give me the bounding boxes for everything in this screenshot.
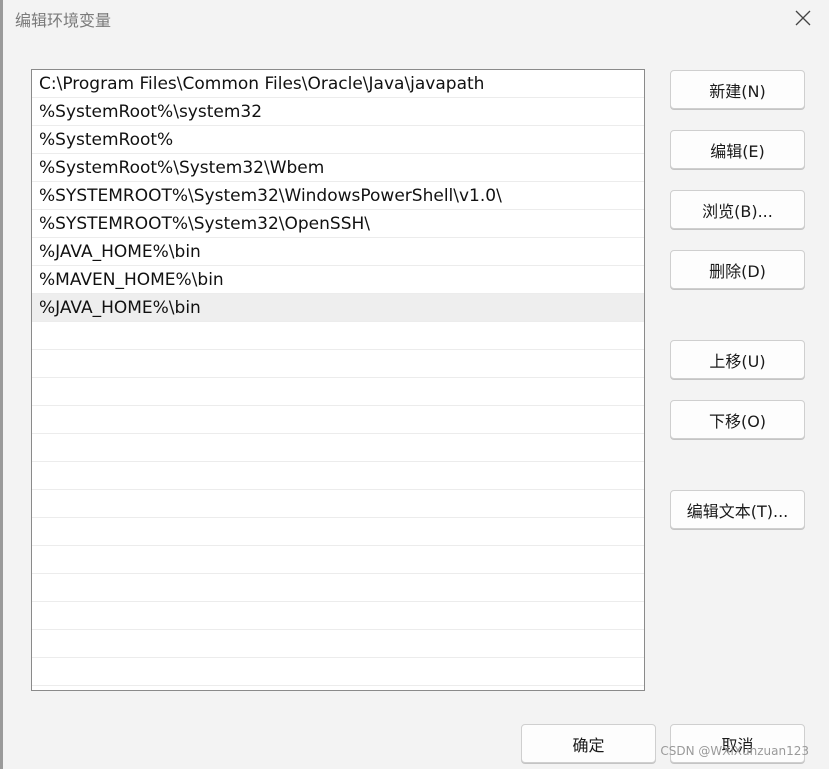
- edit-text-button[interactable]: 编辑文本(T)...: [670, 490, 805, 529]
- move-up-button[interactable]: 上移(U): [670, 340, 805, 379]
- path-list-item[interactable]: %SYSTEMROOT%\System32\WindowsPowerShell\…: [32, 182, 644, 210]
- ok-button[interactable]: 确定: [521, 724, 656, 763]
- empty-list-row[interactable]: [32, 322, 644, 350]
- path-list-item[interactable]: %JAVA_HOME%\bin: [32, 294, 644, 322]
- empty-list-row[interactable]: [32, 574, 644, 602]
- empty-list-row[interactable]: [32, 546, 644, 574]
- path-list-item[interactable]: %SystemRoot%: [32, 126, 644, 154]
- window-title: 编辑环境变量: [15, 11, 112, 30]
- empty-list-row[interactable]: [32, 602, 644, 630]
- path-list-item[interactable]: C:\Program Files\Common Files\Oracle\Jav…: [32, 70, 644, 98]
- background-window-edge: [0, 0, 3, 769]
- path-list-item[interactable]: %SYSTEMROOT%\System32\OpenSSH\: [32, 210, 644, 238]
- browse-button[interactable]: 浏览(B)...: [670, 190, 805, 229]
- path-list-item[interactable]: %JAVA_HOME%\bin: [32, 238, 644, 266]
- empty-list-row[interactable]: [32, 350, 644, 378]
- empty-list-row[interactable]: [32, 406, 644, 434]
- empty-list-row[interactable]: [32, 630, 644, 658]
- path-list-item[interactable]: %MAVEN_HOME%\bin: [32, 266, 644, 294]
- path-list-item[interactable]: %SystemRoot%\System32\Wbem: [32, 154, 644, 182]
- path-list[interactable]: C:\Program Files\Common Files\Oracle\Jav…: [31, 69, 645, 691]
- path-list-item[interactable]: %SystemRoot%\system32: [32, 98, 644, 126]
- move-down-button[interactable]: 下移(O): [670, 400, 805, 439]
- close-button[interactable]: [789, 4, 817, 32]
- edit-button[interactable]: 编辑(E): [670, 130, 805, 169]
- title-bar: 编辑环境变量: [3, 0, 829, 36]
- close-icon: [795, 10, 811, 26]
- empty-list-row[interactable]: [32, 378, 644, 406]
- delete-button[interactable]: 删除(D): [670, 250, 805, 289]
- empty-list-row[interactable]: [32, 518, 644, 546]
- watermark: CSDN @WXiXunzuan123: [660, 744, 809, 758]
- empty-list-row[interactable]: [32, 462, 644, 490]
- new-button[interactable]: 新建(N): [670, 70, 805, 109]
- empty-list-row[interactable]: [32, 658, 644, 686]
- empty-list-row[interactable]: [32, 490, 644, 518]
- empty-list-row[interactable]: [32, 434, 644, 462]
